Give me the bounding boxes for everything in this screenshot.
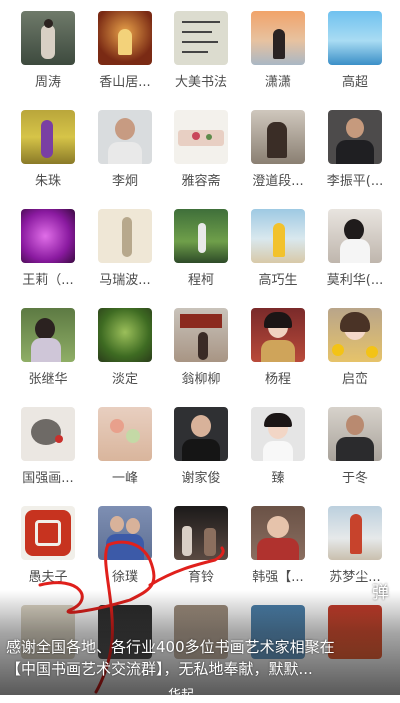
- avatar: [21, 209, 75, 263]
- member-name: 启峦: [341, 372, 368, 387]
- avatar: [21, 110, 75, 164]
- member-name: 徐璞: [111, 570, 138, 585]
- caption-line: 【中国书画艺术交流群】，无私地奉献，默默...: [6, 660, 313, 678]
- member-item[interactable]: 澄道段...: [239, 110, 317, 189]
- avatar: [174, 308, 228, 362]
- member-name: 香山居...: [99, 75, 151, 90]
- member-name: 李振平(...: [326, 174, 384, 189]
- avatar: [251, 407, 305, 461]
- member-name: 谢家俊: [181, 471, 221, 486]
- member-item[interactable]: 莫利华(...: [316, 209, 394, 288]
- member-name: 淡定: [111, 372, 138, 387]
- member-name: 于冬: [341, 471, 368, 486]
- member-name: 程柯: [187, 273, 214, 288]
- member-item[interactable]: 一峰: [86, 407, 164, 486]
- member-name: 翁柳柳: [181, 372, 221, 387]
- avatar: [328, 308, 382, 362]
- avatar: [21, 11, 75, 65]
- avatar: [174, 11, 228, 65]
- member-name: 朱珠: [34, 174, 61, 189]
- avatar: [98, 11, 152, 65]
- member-name: 杨程: [264, 372, 291, 387]
- member-name: 马瑞波...: [99, 273, 151, 288]
- member-item[interactable]: 高超: [316, 11, 394, 90]
- member-item[interactable]: 国强画...: [9, 407, 87, 486]
- member-item[interactable]: 臻: [239, 407, 317, 486]
- member-name: 臻: [271, 471, 285, 486]
- member-name: 一峰: [111, 471, 138, 486]
- partial-name-label: 华起: [168, 688, 195, 703]
- avatar: [328, 209, 382, 263]
- avatar: [21, 506, 75, 560]
- avatar: [328, 407, 382, 461]
- member-item[interactable]: 淡定: [86, 308, 164, 387]
- member-name: 高巧生: [258, 273, 298, 288]
- member-item[interactable]: 谢家俊: [162, 407, 240, 486]
- member-item[interactable]: 王莉（...: [9, 209, 87, 288]
- video-caption: 感谢全国各地、各行业400多位书画艺术家相聚在 【中国书画艺术交流群】，无私地奉…: [6, 636, 398, 680]
- member-item[interactable]: 愚夫子: [9, 506, 87, 585]
- member-item[interactable]: 翁柳柳: [162, 308, 240, 387]
- member-item[interactable]: 马瑞波...: [86, 209, 164, 288]
- avatar: [251, 110, 305, 164]
- member-name: 周涛: [34, 75, 61, 90]
- avatar: [174, 209, 228, 263]
- member-item[interactable]: 高巧生: [239, 209, 317, 288]
- member-name: 国强画...: [22, 471, 74, 486]
- avatar: [21, 407, 75, 461]
- member-name: 雅容斋: [181, 174, 221, 189]
- avatar: [251, 506, 305, 560]
- member-item[interactable]: 朱珠: [9, 110, 87, 189]
- member-name: 高超: [341, 75, 368, 90]
- member-item[interactable]: 徐璞: [86, 506, 164, 585]
- avatar: [98, 110, 152, 164]
- member-name: 李炯: [111, 174, 138, 189]
- avatar: [98, 209, 152, 263]
- member-name: 育铃: [187, 570, 214, 585]
- member-name: 大美书法: [174, 75, 227, 90]
- member-item[interactable]: 雅容斋: [162, 110, 240, 189]
- avatar: [98, 308, 152, 362]
- avatar: [174, 506, 228, 560]
- member-name: 莫利华(...: [326, 273, 384, 288]
- avatar: [98, 407, 152, 461]
- member-item[interactable]: 启峦: [316, 308, 394, 387]
- member-item[interactable]: 张继华: [9, 308, 87, 387]
- member-item[interactable]: 杨程: [239, 308, 317, 387]
- member-name: 愚夫子: [28, 570, 68, 585]
- avatar: [328, 506, 382, 560]
- avatar: [251, 308, 305, 362]
- member-item[interactable]: 大美书法: [162, 11, 240, 90]
- avatar: [328, 110, 382, 164]
- member-name: 潇潇: [264, 75, 291, 90]
- member-item[interactable]: 香山居...: [86, 11, 164, 90]
- avatar: [174, 407, 228, 461]
- member-item[interactable]: 程柯: [162, 209, 240, 288]
- member-item[interactable]: 潇潇: [239, 11, 317, 90]
- member-name: 澄道段...: [252, 174, 304, 189]
- avatar: [251, 11, 305, 65]
- member-item[interactable]: 苏梦尘...: [316, 506, 394, 585]
- avatar: [21, 308, 75, 362]
- member-name: 韩强【...: [252, 570, 304, 585]
- member-name: 王莉（...: [22, 273, 74, 288]
- member-item[interactable]: 育铃: [162, 506, 240, 585]
- avatar: [251, 209, 305, 263]
- member-item[interactable]: 韩强【...: [239, 506, 317, 585]
- avatar: [174, 110, 228, 164]
- member-item[interactable]: 周涛: [9, 11, 87, 90]
- member-item[interactable]: 李振平(...: [316, 110, 394, 189]
- danmu-button[interactable]: 弹: [372, 578, 389, 603]
- avatar: [98, 506, 152, 560]
- member-name: 张继华: [28, 372, 68, 387]
- avatar: [328, 11, 382, 65]
- member-item[interactable]: 于冬: [316, 407, 394, 486]
- caption-line: 感谢全国各地、各行业400多位书画艺术家相聚在: [6, 638, 335, 656]
- member-item[interactable]: 李炯: [86, 110, 164, 189]
